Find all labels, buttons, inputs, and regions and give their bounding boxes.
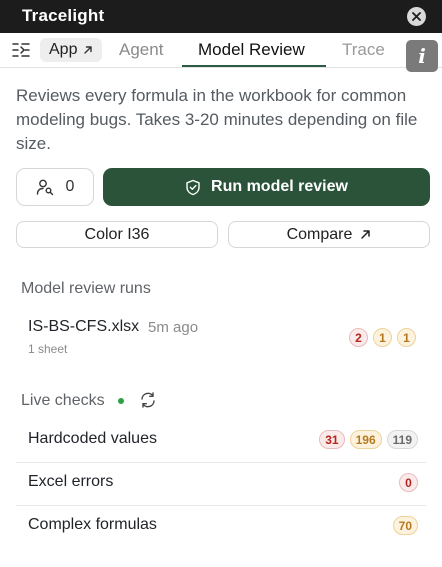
close-icon <box>412 12 421 21</box>
title-bar: Tracelight <box>0 0 442 33</box>
info-count-badge: 119 <box>386 430 418 449</box>
user-count-button[interactable]: 0 <box>16 168 94 206</box>
color-cell-label: Color I36 <box>84 225 150 243</box>
description-text: Reviews every formula in the workbook fo… <box>16 86 418 153</box>
check-badges: 0 <box>399 473 418 492</box>
critical-count-badge: 31 <box>319 430 345 449</box>
critical-count-badge: 0 <box>399 473 418 492</box>
check-badges: 70 <box>392 516 418 535</box>
check-row-excel-errors[interactable]: Excel errors 0 <box>16 462 430 505</box>
active-tab-indicator <box>182 65 326 67</box>
run-file-name: IS-BS-CFS.xlsx <box>28 318 140 335</box>
check-badges: 31 196 119 <box>319 430 418 449</box>
warning-count-badge: 70 <box>392 516 418 535</box>
check-row-complex-formulas[interactable]: Complex formulas 70 <box>16 505 430 548</box>
check-label: Excel errors <box>28 473 114 490</box>
color-cell-button[interactable]: Color I36 <box>16 221 218 248</box>
check-label: Hardcoded values <box>28 430 157 447</box>
critical-count-badge: 2 <box>349 328 368 347</box>
warning-count-badge: 196 <box>349 430 382 449</box>
shield-check-icon <box>186 179 200 195</box>
app-title: Tracelight <box>22 6 105 25</box>
check-label: Complex formulas <box>28 516 157 533</box>
live-checks-heading: Live checks <box>21 392 105 409</box>
info-icon: i <box>418 44 426 68</box>
tab-trace[interactable]: Trace <box>342 40 385 60</box>
arrow-up-right-icon <box>84 46 93 54</box>
compare-button[interactable]: Compare <box>228 221 430 248</box>
user-count: 0 <box>65 178 75 195</box>
close-button[interactable] <box>407 7 426 26</box>
tab-agent[interactable]: Agent <box>119 40 163 60</box>
arrow-up-right-icon <box>361 230 371 239</box>
run-time: 5m ago <box>148 319 199 336</box>
warning-count-badge: 1 <box>373 328 392 347</box>
check-row-hardcoded[interactable]: Hardcoded values 31 196 119 <box>16 419 430 462</box>
tab-model-review[interactable]: Model Review <box>198 40 305 60</box>
info-button[interactable]: i <box>406 40 438 72</box>
run-item[interactable]: IS-BS-CFS.xlsx 5m ago 1 sheet 2 1 1 <box>16 313 430 359</box>
run-button-label: Run model review <box>211 178 348 195</box>
sidebar-toggle-icon[interactable] <box>11 41 31 59</box>
user-search-icon <box>36 179 53 196</box>
warning-count-badge: 1 <box>397 328 416 347</box>
run-sheet-count: 1 sheet <box>28 342 68 356</box>
runs-heading: Model review runs <box>21 280 151 297</box>
tab-bar: App Agent Model Review Trace <box>0 33 442 68</box>
compare-label: Compare <box>286 225 353 243</box>
run-model-review-button[interactable]: Run model review <box>103 168 430 206</box>
tab-app-label: App <box>49 41 78 58</box>
tab-app[interactable]: App <box>40 38 103 62</box>
refresh-icon[interactable] <box>139 391 157 409</box>
run-badges: 2 1 1 <box>349 328 416 347</box>
live-status-dot <box>118 398 124 404</box>
